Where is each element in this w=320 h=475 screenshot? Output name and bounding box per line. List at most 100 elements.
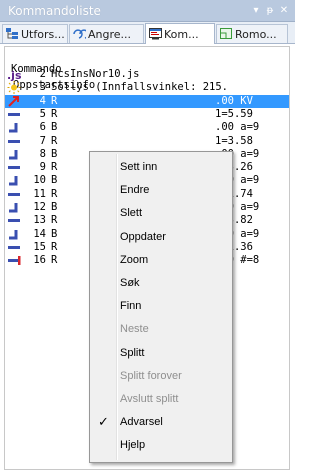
bend-icon <box>7 228 21 241</box>
menu-item-splitt-forover: Splitt forover <box>92 365 230 387</box>
row-tail: .00 a=9 <box>215 121 260 134</box>
menu-item-label: Sett inn <box>120 161 158 173</box>
row-number: 9 <box>39 161 46 174</box>
tab-explorer[interactable]: Utfors... <box>2 24 68 43</box>
row-text: B <box>51 121 58 134</box>
menu-item-label: Splitt <box>120 346 145 359</box>
wall-icon <box>7 241 21 254</box>
list-item[interactable]: 6 B .00 a=9 <box>5 121 289 134</box>
row-text: R <box>51 134 58 147</box>
end-icon <box>7 254 21 267</box>
pin-icon[interactable]: ᵽ <box>263 5 277 16</box>
list-item[interactable]: 4 R .00 KV <box>5 94 289 108</box>
row-text: B <box>51 147 58 160</box>
row-number: 16 <box>33 254 46 267</box>
row-text: R <box>51 107 58 120</box>
tab-label: Utfors... <box>21 27 65 41</box>
menu-item-endre[interactable]: Endre <box>92 179 230 201</box>
menu-item-label: Hjelp <box>120 439 146 452</box>
menu-item-label: Finn <box>120 300 142 313</box>
menu-item-sok[interactable]: Søk <box>92 272 230 294</box>
list-item[interactable]: 7 R 1=3.58 <box>5 135 289 148</box>
row-number: 12 <box>33 201 46 213</box>
check-icon: ✓ <box>98 414 109 430</box>
menu-item-label: Neste <box>120 323 149 336</box>
wall-icon <box>7 214 21 227</box>
tab-label: Kom... <box>164 27 199 41</box>
menu-item-label: Søk <box>120 277 140 289</box>
row-text: HcsInsNor10.js <box>51 68 140 80</box>
row-number: 15 <box>33 240 46 253</box>
menu-item-label: Oppdater <box>120 230 166 243</box>
close-icon[interactable]: ✕ <box>277 5 291 16</box>
menu-item-label: Slett <box>120 207 143 220</box>
js-icon: .js <box>7 68 22 82</box>
row-number: 5 <box>39 107 46 120</box>
menu-item-label: Zoom <box>120 253 149 266</box>
menu-item-splitt[interactable]: Splitt <box>92 342 230 364</box>
menu-item-finn[interactable]: Finn <box>92 295 230 317</box>
wall-icon <box>7 108 21 121</box>
menu-item-label: Splitt forover <box>120 369 182 382</box>
tab-strip: Utfors... Angre... Kom... Romo... <box>0 22 295 44</box>
row-number: 7 <box>39 134 46 147</box>
bend-icon <box>7 121 21 134</box>
room-icon <box>220 28 232 39</box>
row-number: 6 <box>39 121 46 134</box>
row-text: R <box>51 161 58 174</box>
row-text: R <box>51 94 58 107</box>
bend-icon <box>7 201 21 214</box>
menu-item-zoom[interactable]: Zoom <box>92 249 230 271</box>
tab-label: Romo... <box>235 27 277 41</box>
row-number: 13 <box>33 214 46 227</box>
menu-item-sett-inn[interactable]: Sett inn <box>92 156 230 178</box>
row-tail: 1=5.59 <box>215 107 253 120</box>
row-number: 4 <box>39 94 46 107</box>
tab-rooms[interactable]: Romo... <box>216 24 288 43</box>
menu-item-slett[interactable]: Slett <box>92 202 230 224</box>
list-item[interactable]: 3 Sollys (Innfallsvinkel: 215. <box>5 81 289 95</box>
list-item[interactable]: .js 2 HcsInsNor10.js <box>5 68 289 82</box>
command-list-panel: Kommandoliste ▾ ᵽ ✕ Utfors... Angre... K… <box>0 0 295 475</box>
row-text: B <box>51 174 58 187</box>
bend-icon <box>7 174 21 187</box>
panel-titlebar: Kommandoliste ▾ ᵽ ✕ <box>0 0 295 22</box>
row-text: R <box>51 240 58 253</box>
row-number: 8 <box>39 147 46 160</box>
row-text: R <box>51 254 58 267</box>
menu-item-oppdater[interactable]: Oppdater <box>92 226 230 248</box>
panel-title: Kommandoliste <box>8 3 101 18</box>
menu-item-hjelp[interactable]: Hjelp <box>92 434 230 456</box>
dropdown-icon[interactable]: ▾ <box>249 5 263 16</box>
wall-icon <box>7 188 21 201</box>
row-text: R <box>51 214 58 227</box>
row-number: 3 <box>39 81 46 94</box>
context-menu: Sett inn Endre Slett Oppdater Zoom Søk Finn Nes… <box>89 151 233 463</box>
row-number: 2 <box>39 68 46 80</box>
menu-item-advarsel[interactable]: ✓ Advarsel <box>92 411 230 433</box>
tab-command-list[interactable]: Kom... <box>145 23 215 44</box>
row-number: 14 <box>33 227 46 240</box>
sun-icon <box>7 81 21 95</box>
menu-item-avslutt-splitt: Avslutt splitt <box>92 388 230 410</box>
row-number: 11 <box>33 187 46 200</box>
row-text: B <box>51 201 58 213</box>
tree-icon <box>6 28 18 39</box>
list-item[interactable]: 5 R 1=5.59 <box>5 108 289 121</box>
tab-label: Angre... <box>88 27 132 41</box>
wall-icon <box>7 161 21 174</box>
undo-list-icon <box>73 29 86 39</box>
row-number: 10 <box>33 174 46 187</box>
bend-icon <box>7 148 21 161</box>
row-text: B <box>51 227 58 240</box>
menu-item-label: Advarsel <box>120 416 163 429</box>
menu-item-neste: Neste <box>92 318 230 340</box>
row-text: R <box>51 187 58 200</box>
command-list-icon <box>149 28 162 40</box>
row-tail: .00 KV <box>215 94 253 107</box>
row-tail: 1=3.58 <box>215 134 253 147</box>
svg-text:.js: .js <box>7 69 21 81</box>
row-text: Sollys (Innfallsvinkel: 215. <box>51 81 229 94</box>
wall-icon <box>7 135 21 148</box>
tab-undo[interactable]: Angre... <box>69 24 144 43</box>
